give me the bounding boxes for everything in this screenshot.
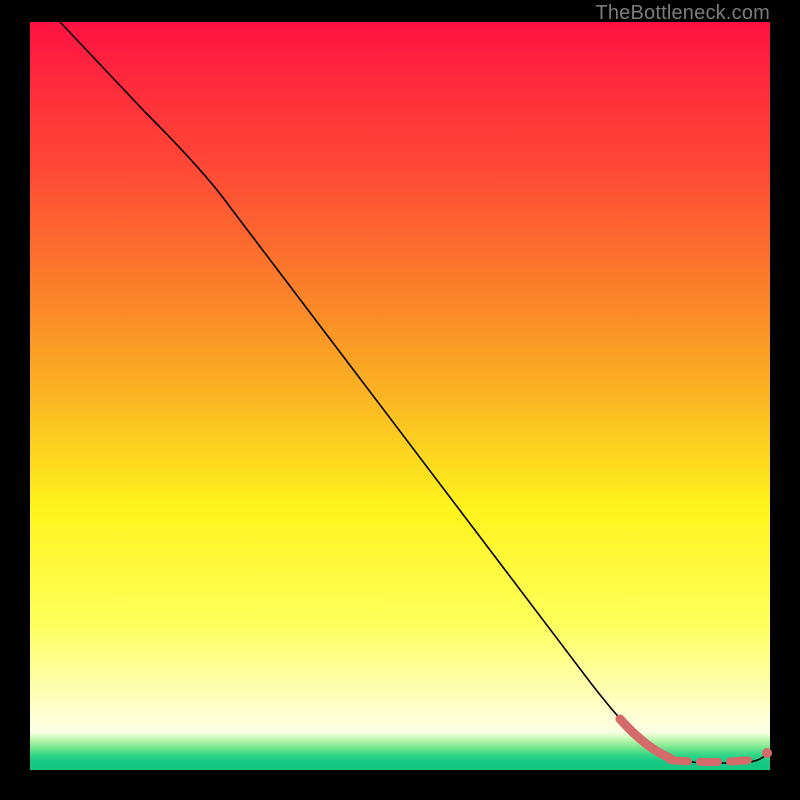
end-dot [762, 748, 772, 758]
curve-overlay [30, 22, 770, 770]
chart-frame: TheBottleneck.com [0, 0, 800, 800]
highlight-flat-segment [670, 760, 750, 762]
highlight-steep-segment [620, 719, 670, 758]
plot-area [30, 22, 770, 770]
bottleneck-curve [60, 22, 770, 763]
